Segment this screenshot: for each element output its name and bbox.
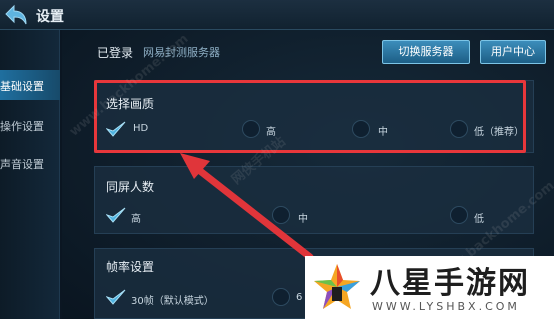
- back-arrow-icon[interactable]: [2, 2, 30, 28]
- switch-server-button[interactable]: 切换服务器: [382, 40, 470, 64]
- checkmark-icon[interactable]: [105, 288, 126, 306]
- screen-players-radio-low[interactable]: [450, 206, 468, 224]
- sidebar-item-label: 操作设置: [0, 120, 44, 133]
- star-logo-icon: [314, 264, 360, 309]
- logo-text: 八星手游网: [370, 266, 530, 301]
- sidebar-item-label: 声音设置: [0, 158, 44, 171]
- frame-rate-option-30fps[interactable]: 30帧（默认模式）: [131, 292, 214, 307]
- red-arrow-icon: [180, 153, 314, 261]
- graphics-quality-panel: [94, 80, 534, 153]
- graphics-option-medium[interactable]: 中: [378, 123, 388, 138]
- graphics-radio-medium[interactable]: [352, 120, 370, 138]
- graphics-radio-low[interactable]: [450, 120, 468, 138]
- frame-rate-option-60fps[interactable]: 6: [296, 292, 302, 303]
- graphics-option-low[interactable]: 低（推荐）: [474, 123, 524, 138]
- user-center-button[interactable]: 用户中心: [480, 40, 546, 64]
- login-status: 已登录: [97, 46, 134, 60]
- sidebar-item-label: 基础设置: [0, 80, 44, 93]
- graphics-quality-title: 选择画质: [106, 97, 155, 111]
- screen-players-option-low[interactable]: 低: [474, 210, 484, 225]
- graphics-radio-high[interactable]: [242, 120, 260, 138]
- server-name: 网易封测服务器: [143, 46, 220, 59]
- checkmark-icon[interactable]: [105, 120, 126, 138]
- graphics-option-hd[interactable]: HD: [133, 123, 148, 134]
- frame-rate-radio-60fps[interactable]: [272, 288, 290, 306]
- top-bar: 设置: [0, 0, 554, 30]
- screen-players-option-high[interactable]: 高: [131, 210, 141, 225]
- graphics-option-high[interactable]: 高: [266, 123, 276, 138]
- sidebar-item-control-settings[interactable]: 操作设置: [0, 110, 60, 140]
- sidebar-item-sound-settings[interactable]: 声音设置: [0, 148, 60, 178]
- page-title: 设置: [36, 9, 64, 25]
- checkmark-icon[interactable]: [105, 206, 126, 224]
- sidebar-item-basic-settings[interactable]: 基础设置: [0, 70, 60, 100]
- logo-url: WWW.LYSHBX.COM: [372, 300, 520, 313]
- frame-rate-title: 帧率设置: [106, 260, 155, 274]
- sidebar: 基础设置 操作设置 声音设置: [0, 30, 60, 319]
- screen-players-title: 同屏人数: [106, 180, 155, 194]
